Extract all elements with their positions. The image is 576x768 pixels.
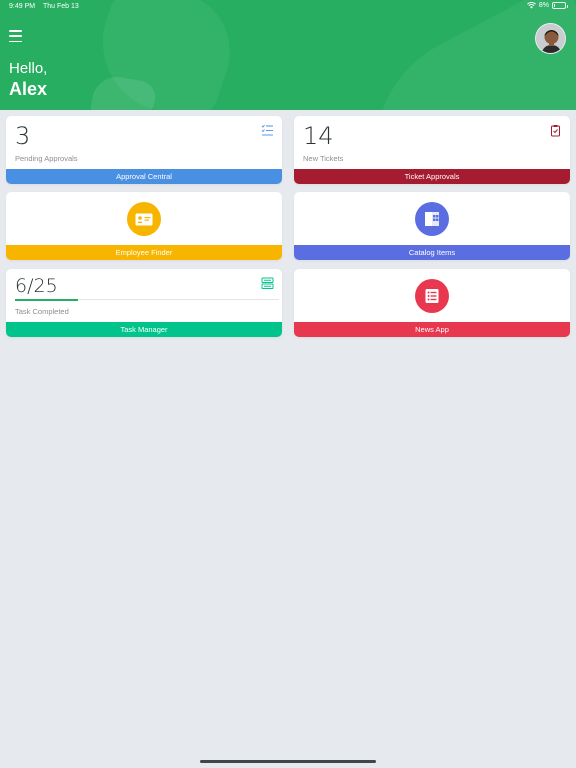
id-card-icon: [135, 213, 153, 225]
status-date: Thu Feb 13: [43, 3, 79, 10]
new-tickets-count: 14: [303, 122, 334, 150]
news-app-button[interactable]: News App: [294, 322, 570, 337]
greeting: Hello,: [9, 60, 48, 77]
catalog-items-card[interactable]: Catalog Items: [294, 192, 570, 260]
catalog-items-icon-circle: [415, 202, 449, 236]
status-time: 9:49 PM: [9, 3, 36, 10]
clipboard-check-icon: [551, 125, 560, 137]
home-indicator[interactable]: [200, 760, 376, 763]
battery-percent: 8%: [538, 2, 549, 9]
menu-icon: [9, 30, 22, 32]
task-completed-label: Task Completed: [15, 307, 69, 316]
battery-icon: [552, 2, 568, 9]
ticket-approvals-button[interactable]: Ticket Approvals: [294, 169, 570, 184]
catalog-book-icon: [425, 212, 439, 226]
avatar[interactable]: [535, 23, 566, 54]
new-tickets-label: New Tickets: [303, 154, 344, 163]
task-progress-bar: [15, 298, 279, 301]
news-app-icon-circle: [415, 279, 449, 313]
approval-central-button[interactable]: Approval Central: [6, 169, 282, 184]
ticket-approvals-card[interactable]: 14 New Tickets Ticket Approvals: [294, 116, 570, 184]
header-decoration: [332, 0, 576, 110]
app-header: 9:49 PM Thu Feb 13 8% Hello, Alex: [0, 0, 576, 110]
task-manager-card[interactable]: 6/25 Task Completed Task Manager: [6, 269, 282, 337]
status-bar: 9:49 PM Thu Feb 13 8%: [0, 0, 576, 14]
task-manager-button[interactable]: Task Manager: [6, 322, 282, 337]
catalog-items-button[interactable]: Catalog Items: [294, 245, 570, 260]
checklist-icon: [261, 124, 273, 136]
pending-approvals-label: Pending Approvals: [15, 154, 78, 163]
task-completed-count: 6/25: [15, 275, 58, 297]
task-progress-fill: [15, 298, 79, 301]
wifi-icon: [526, 2, 536, 9]
employee-finder-card[interactable]: Employee Finder: [6, 192, 282, 260]
news-list-icon: [425, 289, 439, 303]
menu-button[interactable]: [9, 30, 22, 42]
approval-central-card[interactable]: 3 Pending Approvals Approval Central: [6, 116, 282, 184]
pending-approvals-count: 3: [15, 122, 31, 150]
user-name: Alex: [9, 79, 48, 99]
employee-finder-button[interactable]: Employee Finder: [6, 245, 282, 260]
status-indicators: 8%: [526, 2, 568, 9]
news-app-card[interactable]: News App: [294, 269, 570, 337]
task-list-icon: [261, 277, 274, 289]
employee-finder-icon-circle: [127, 202, 161, 236]
